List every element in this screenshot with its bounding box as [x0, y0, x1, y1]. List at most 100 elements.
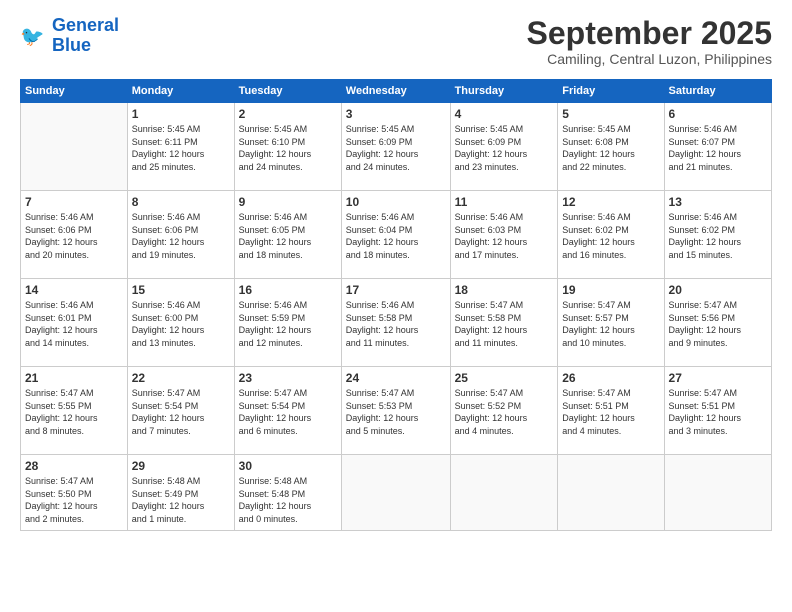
header-tuesday: Tuesday	[234, 80, 341, 103]
day-number: 24	[346, 371, 446, 385]
svg-text:🐦: 🐦	[20, 26, 44, 48]
day-number: 23	[239, 371, 337, 385]
table-row: 19 Sunrise: 5:47 AM Sunset: 5:57 PM Dayli…	[558, 279, 664, 367]
day-info: Sunrise: 5:47 AM Sunset: 5:54 PM Dayligh…	[132, 387, 230, 437]
calendar-row-4: 28 Sunrise: 5:47 AM Sunset: 5:50 PM Dayli…	[21, 455, 772, 530]
day-info: Sunrise: 5:46 AM Sunset: 6:07 PM Dayligh…	[669, 123, 767, 173]
header-monday: Monday	[127, 80, 234, 103]
table-row: 5 Sunrise: 5:45 AM Sunset: 6:08 PM Daylig…	[558, 103, 664, 191]
day-info: Sunrise: 5:46 AM Sunset: 6:06 PM Dayligh…	[25, 211, 123, 261]
table-row: 11 Sunrise: 5:46 AM Sunset: 6:03 PM Dayli…	[450, 191, 558, 279]
table-row: 7 Sunrise: 5:46 AM Sunset: 6:06 PM Daylig…	[21, 191, 128, 279]
calendar-row-3: 21 Sunrise: 5:47 AM Sunset: 5:55 PM Dayli…	[21, 367, 772, 455]
day-info: Sunrise: 5:48 AM Sunset: 5:49 PM Dayligh…	[132, 475, 230, 525]
table-row	[341, 455, 450, 530]
day-number: 28	[25, 459, 123, 473]
logo-icon: 🐦	[20, 22, 48, 50]
day-number: 12	[562, 195, 659, 209]
table-row: 25Sunrise: 5:47 AM Sunset: 5:52 PM Dayli…	[450, 367, 558, 455]
table-row: 22Sunrise: 5:47 AM Sunset: 5:54 PM Dayli…	[127, 367, 234, 455]
table-row: 10 Sunrise: 5:46 AM Sunset: 6:04 PM Dayli…	[341, 191, 450, 279]
month-title: September 2025	[527, 16, 772, 51]
logo-line2: Blue	[52, 35, 91, 55]
day-info: Sunrise: 5:46 AM Sunset: 6:04 PM Dayligh…	[346, 211, 446, 261]
calendar-row-1: 7 Sunrise: 5:46 AM Sunset: 6:06 PM Daylig…	[21, 191, 772, 279]
day-info: Sunrise: 5:46 AM Sunset: 6:05 PM Dayligh…	[239, 211, 337, 261]
day-info: Sunrise: 5:46 AM Sunset: 6:02 PM Dayligh…	[562, 211, 659, 261]
day-info: Sunrise: 5:46 AM Sunset: 6:01 PM Dayligh…	[25, 299, 123, 349]
page: 🐦 General Blue September 2025 Camiling, …	[0, 0, 792, 612]
table-row: 3Sunrise: 5:45 AM Sunset: 6:09 PM Daylig…	[341, 103, 450, 191]
day-info: Sunrise: 5:47 AM Sunset: 5:56 PM Dayligh…	[669, 299, 767, 349]
day-number: 5	[562, 107, 659, 121]
day-number: 27	[669, 371, 767, 385]
day-number: 20	[669, 283, 767, 297]
header-friday: Friday	[558, 80, 664, 103]
table-row: 27Sunrise: 5:47 AM Sunset: 5:51 PM Dayli…	[664, 367, 771, 455]
header-thursday: Thursday	[450, 80, 558, 103]
table-row: 14 Sunrise: 5:46 AM Sunset: 6:01 PM Dayli…	[21, 279, 128, 367]
calendar-row-0: 1 Sunrise: 5:45 AM Sunset: 6:11 PM Daylig…	[21, 103, 772, 191]
day-number: 9	[239, 195, 337, 209]
day-number: 18	[455, 283, 554, 297]
table-row: 17Sunrise: 5:46 AM Sunset: 5:58 PM Dayli…	[341, 279, 450, 367]
day-info: Sunrise: 5:46 AM Sunset: 6:02 PM Dayligh…	[669, 211, 767, 261]
table-row: 4 Sunrise: 5:45 AM Sunset: 6:09 PM Daylig…	[450, 103, 558, 191]
table-row: 29 Sunrise: 5:48 AM Sunset: 5:49 PM Dayli…	[127, 455, 234, 530]
logo: 🐦 General Blue	[20, 16, 119, 56]
title-block: September 2025 Camiling, Central Luzon, …	[527, 16, 772, 67]
day-number: 17	[346, 283, 446, 297]
table-row: 12 Sunrise: 5:46 AM Sunset: 6:02 PM Dayli…	[558, 191, 664, 279]
day-number: 29	[132, 459, 230, 473]
table-row: 16 Sunrise: 5:46 AM Sunset: 5:59 PM Dayli…	[234, 279, 341, 367]
table-row: 15Sunrise: 5:46 AM Sunset: 6:00 PM Dayli…	[127, 279, 234, 367]
day-info: Sunrise: 5:46 AM Sunset: 5:59 PM Dayligh…	[239, 299, 337, 349]
day-info: Sunrise: 5:47 AM Sunset: 5:50 PM Dayligh…	[25, 475, 123, 525]
day-number: 21	[25, 371, 123, 385]
day-number: 6	[669, 107, 767, 121]
day-number: 10	[346, 195, 446, 209]
table-row: 18Sunrise: 5:47 AM Sunset: 5:58 PM Dayli…	[450, 279, 558, 367]
day-info: Sunrise: 5:47 AM Sunset: 5:51 PM Dayligh…	[562, 387, 659, 437]
table-row: 6 Sunrise: 5:46 AM Sunset: 6:07 PM Daylig…	[664, 103, 771, 191]
day-number: 8	[132, 195, 230, 209]
day-info: Sunrise: 5:45 AM Sunset: 6:08 PM Dayligh…	[562, 123, 659, 173]
day-number: 19	[562, 283, 659, 297]
day-number: 4	[455, 107, 554, 121]
day-number: 16	[239, 283, 337, 297]
day-number: 7	[25, 195, 123, 209]
header-wednesday: Wednesday	[341, 80, 450, 103]
day-info: Sunrise: 5:46 AM Sunset: 6:03 PM Dayligh…	[455, 211, 554, 261]
day-info: Sunrise: 5:47 AM Sunset: 5:54 PM Dayligh…	[239, 387, 337, 437]
day-info: Sunrise: 5:45 AM Sunset: 6:10 PM Dayligh…	[239, 123, 337, 173]
day-number: 1	[132, 107, 230, 121]
day-number: 11	[455, 195, 554, 209]
table-row: 8 Sunrise: 5:46 AM Sunset: 6:06 PM Daylig…	[127, 191, 234, 279]
day-info: Sunrise: 5:47 AM Sunset: 5:53 PM Dayligh…	[346, 387, 446, 437]
header: 🐦 General Blue September 2025 Camiling, …	[20, 16, 772, 67]
day-info: Sunrise: 5:48 AM Sunset: 5:48 PM Dayligh…	[239, 475, 337, 525]
day-info: Sunrise: 5:47 AM Sunset: 5:55 PM Dayligh…	[25, 387, 123, 437]
table-row: 30 Sunrise: 5:48 AM Sunset: 5:48 PM Dayli…	[234, 455, 341, 530]
day-number: 30	[239, 459, 337, 473]
header-row: Sunday Monday Tuesday Wednesday Thursday…	[21, 80, 772, 103]
table-row: 26 Sunrise: 5:47 AM Sunset: 5:51 PM Dayli…	[558, 367, 664, 455]
table-row: 23 Sunrise: 5:47 AM Sunset: 5:54 PM Dayli…	[234, 367, 341, 455]
table-row: 21 Sunrise: 5:47 AM Sunset: 5:55 PM Dayli…	[21, 367, 128, 455]
table-row	[558, 455, 664, 530]
calendar-table: Sunday Monday Tuesday Wednesday Thursday…	[20, 79, 772, 530]
day-info: Sunrise: 5:46 AM Sunset: 6:06 PM Dayligh…	[132, 211, 230, 261]
day-info: Sunrise: 5:45 AM Sunset: 6:11 PM Dayligh…	[132, 123, 230, 173]
day-info: Sunrise: 5:46 AM Sunset: 6:00 PM Dayligh…	[132, 299, 230, 349]
day-number: 26	[562, 371, 659, 385]
table-row: 24 Sunrise: 5:47 AM Sunset: 5:53 PM Dayli…	[341, 367, 450, 455]
day-number: 2	[239, 107, 337, 121]
day-info: Sunrise: 5:45 AM Sunset: 6:09 PM Dayligh…	[455, 123, 554, 173]
day-info: Sunrise: 5:47 AM Sunset: 5:57 PM Dayligh…	[562, 299, 659, 349]
table-row: 1 Sunrise: 5:45 AM Sunset: 6:11 PM Daylig…	[127, 103, 234, 191]
calendar-row-2: 14 Sunrise: 5:46 AM Sunset: 6:01 PM Dayli…	[21, 279, 772, 367]
table-row: 20 Sunrise: 5:47 AM Sunset: 5:56 PM Dayli…	[664, 279, 771, 367]
day-number: 14	[25, 283, 123, 297]
table-row: 28 Sunrise: 5:47 AM Sunset: 5:50 PM Dayli…	[21, 455, 128, 530]
location: Camiling, Central Luzon, Philippines	[527, 51, 772, 67]
